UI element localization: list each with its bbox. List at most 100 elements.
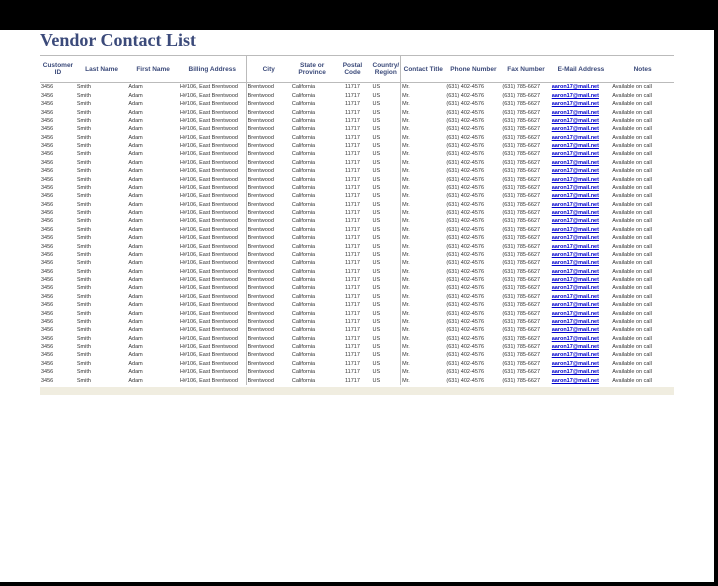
cell-city: Brentwood [246,92,291,100]
cell-id: 3456 [40,326,76,334]
cell-phone: (631) 402-4576 [445,251,501,259]
cell-fax: (631) 785-6627 [501,184,550,192]
cell-first: Adam [127,251,179,259]
cell-addr: H#106, East Brentwood [179,276,246,284]
cell-country: US [372,309,401,317]
cell-last: Smith [76,175,128,183]
cell-ctitle: Mr. [401,268,446,276]
cell-ctitle: Mr. [401,368,446,376]
table-header: Customer IDLast NameFirst NameBilling Ad… [40,56,674,83]
cell-ctitle: Mr. [401,192,446,200]
cell-postal: 11717 [333,125,371,133]
cell-first: Adam [127,83,179,92]
cell-notes: Available on call [611,201,674,209]
cell-first: Adam [127,351,179,359]
cell-id: 3456 [40,142,76,150]
table-row: 3456SmithAdamH#106, East BrentwoodBrentw… [40,108,674,116]
cell-addr: H#106, East Brentwood [179,184,246,192]
cell-id: 3456 [40,167,76,175]
cell-ctitle: Mr. [401,276,446,284]
cell-last: Smith [76,226,128,234]
cell-id: 3456 [40,92,76,100]
cell-country: US [372,142,401,150]
cell-first: Adam [127,142,179,150]
cell-state: California [291,125,334,133]
cell-first: Adam [127,184,179,192]
cell-notes: Available on call [611,284,674,292]
cell-postal: 11717 [333,351,371,359]
cell-first: Adam [127,293,179,301]
cell-country: US [372,360,401,368]
cell-addr: H#106, East Brentwood [179,343,246,351]
cell-notes: Available on call [611,309,674,317]
cell-email: aaron17@mail.net [551,301,611,309]
cell-postal: 11717 [333,108,371,116]
cell-ctitle: Mr. [401,293,446,301]
table-row: 3456SmithAdamH#106, East BrentwoodBrentw… [40,134,674,142]
cell-phone: (631) 402-4576 [445,276,501,284]
cell-phone: (631) 402-4576 [445,184,501,192]
cell-notes: Available on call [611,142,674,150]
cell-state: California [291,226,334,234]
cell-country: US [372,184,401,192]
cell-notes: Available on call [611,293,674,301]
col-header-email: E-Mail Address [551,56,611,83]
cell-phone: (631) 402-4576 [445,335,501,343]
cell-city: Brentwood [246,351,291,359]
cell-addr: H#106, East Brentwood [179,150,246,158]
table-row: 3456SmithAdamH#106, East BrentwoodBrentw… [40,318,674,326]
cell-notes: Available on call [611,134,674,142]
cell-city: Brentwood [246,301,291,309]
cell-postal: 11717 [333,376,371,384]
cell-postal: 11717 [333,293,371,301]
table-row: 3456SmithAdamH#106, East BrentwoodBrentw… [40,376,674,384]
cell-postal: 11717 [333,343,371,351]
cell-city: Brentwood [246,251,291,259]
cell-postal: 11717 [333,117,371,125]
cell-phone: (631) 402-4576 [445,318,501,326]
cell-last: Smith [76,268,128,276]
cell-email: aaron17@mail.net [551,125,611,133]
cell-state: California [291,368,334,376]
cell-id: 3456 [40,335,76,343]
cell-phone: (631) 402-4576 [445,142,501,150]
cell-ctitle: Mr. [401,184,446,192]
cell-last: Smith [76,360,128,368]
cell-phone: (631) 402-4576 [445,150,501,158]
table-row: 3456SmithAdamH#106, East BrentwoodBrentw… [40,251,674,259]
cell-notes: Available on call [611,100,674,108]
cell-ctitle: Mr. [401,201,446,209]
cell-fax: (631) 785-6627 [501,276,550,284]
cell-phone: (631) 402-4576 [445,209,501,217]
cell-last: Smith [76,184,128,192]
cell-first: Adam [127,276,179,284]
cell-first: Adam [127,217,179,225]
cell-fax: (631) 785-6627 [501,284,550,292]
cell-addr: H#106, East Brentwood [179,259,246,267]
cell-addr: H#106, East Brentwood [179,301,246,309]
cell-addr: H#106, East Brentwood [179,108,246,116]
cell-last: Smith [76,83,128,92]
cell-phone: (631) 402-4576 [445,368,501,376]
cell-country: US [372,134,401,142]
cell-first: Adam [127,242,179,250]
cell-phone: (631) 402-4576 [445,326,501,334]
cell-ctitle: Mr. [401,251,446,259]
cell-state: California [291,318,334,326]
cell-fax: (631) 785-6627 [501,226,550,234]
cell-state: California [291,301,334,309]
cell-phone: (631) 402-4576 [445,293,501,301]
cell-last: Smith [76,125,128,133]
cell-country: US [372,226,401,234]
cell-first: Adam [127,284,179,292]
cell-city: Brentwood [246,125,291,133]
cell-country: US [372,209,401,217]
cell-first: Adam [127,117,179,125]
cell-addr: H#106, East Brentwood [179,309,246,317]
cell-phone: (631) 402-4576 [445,192,501,200]
cell-notes: Available on call [611,217,674,225]
cell-id: 3456 [40,343,76,351]
cell-ctitle: Mr. [401,150,446,158]
cell-addr: H#106, East Brentwood [179,335,246,343]
col-header-ctitle: Contact Title [401,56,446,83]
